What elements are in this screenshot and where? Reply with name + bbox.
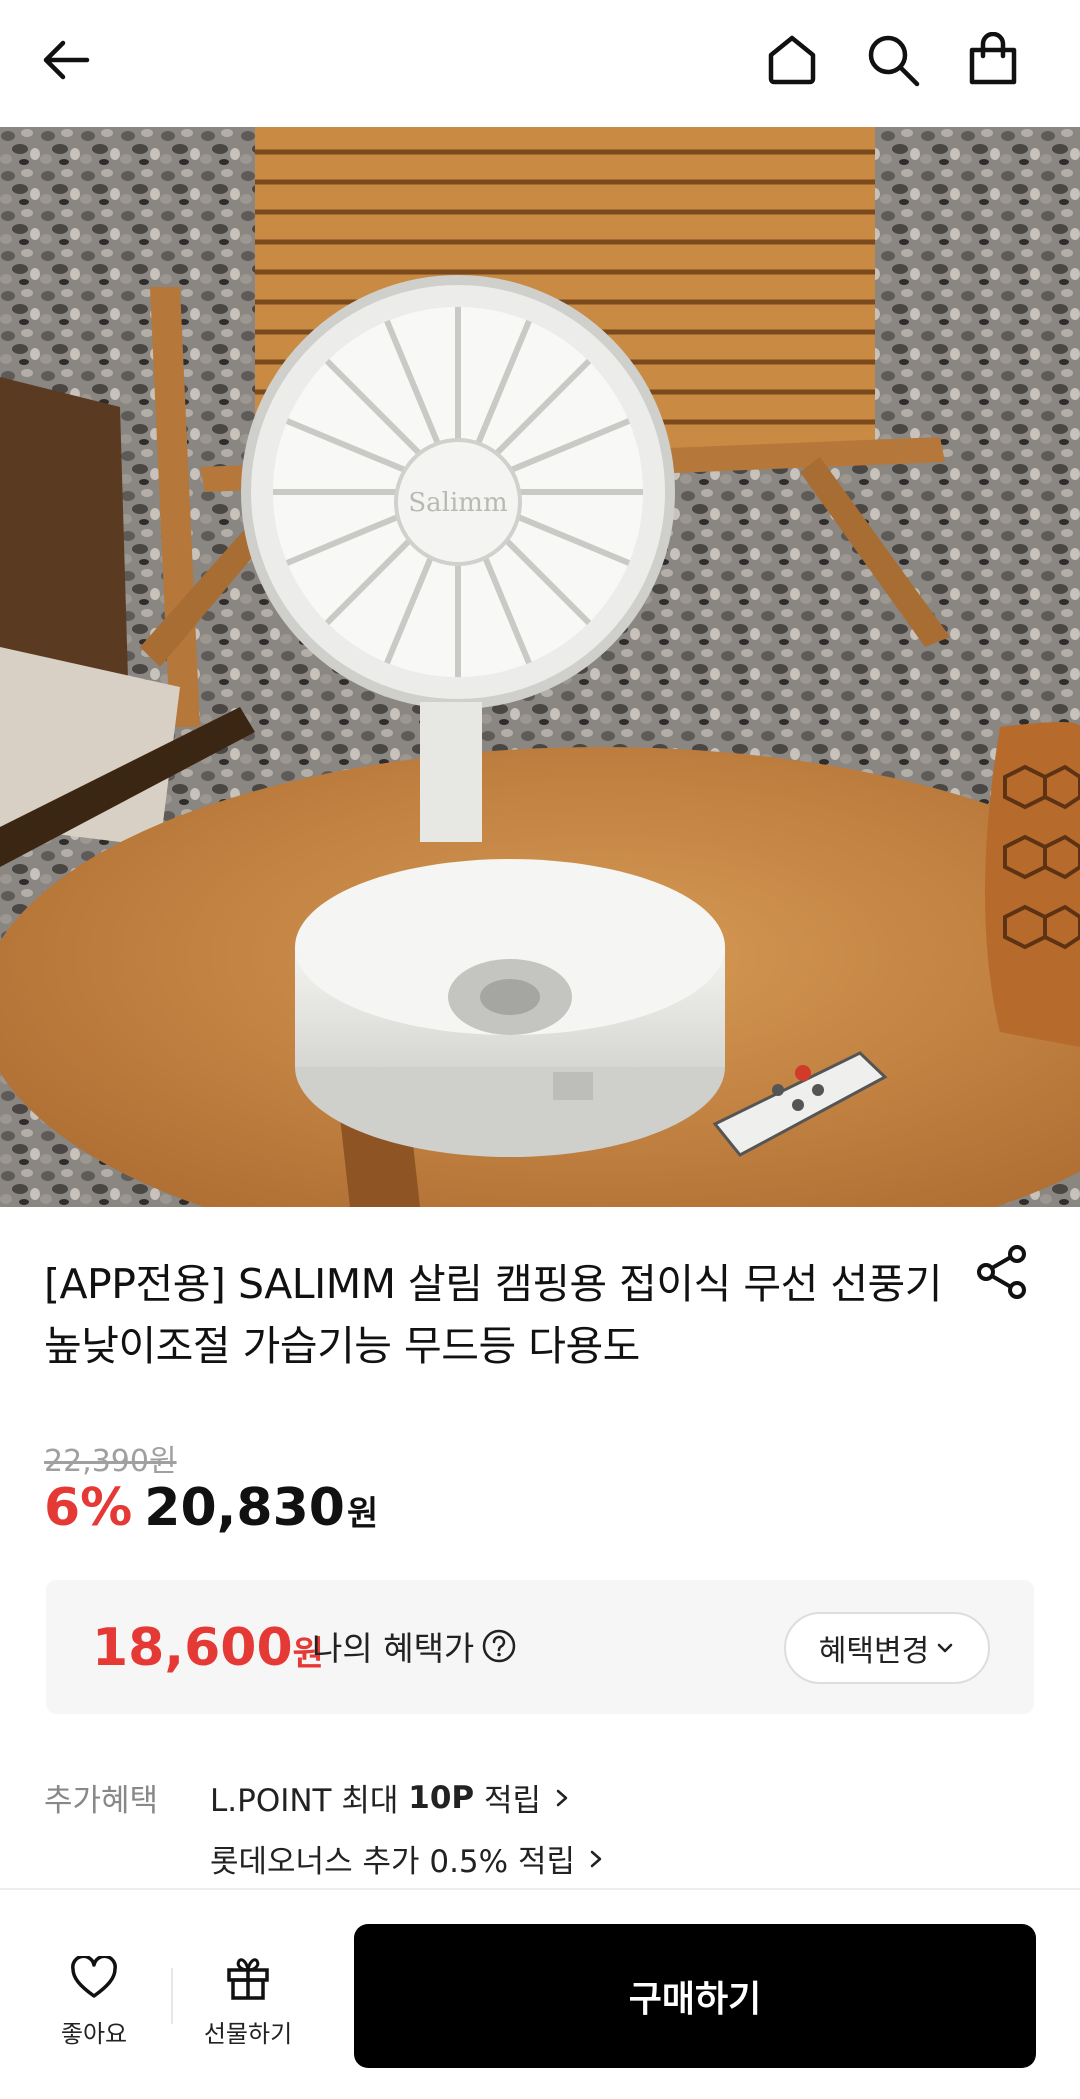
lpoint-amount: 10P	[408, 1779, 475, 1816]
chevron-down-icon	[937, 1643, 953, 1653]
chevron-right-icon	[556, 1789, 568, 1806]
lotte-owners-benefit-link[interactable]: 롯데오너스 추가 0.5% 적립	[210, 1836, 605, 1881]
help-icon[interactable]	[482, 1629, 516, 1663]
back-arrow-icon[interactable]	[34, 28, 98, 92]
price-unit: 원	[346, 1494, 379, 1534]
lpoint-suffix: 적립	[474, 1783, 542, 1819]
sale-price: 20,830	[144, 1478, 345, 1538]
lpoint-benefit-link[interactable]: L.POINT 최대 10P 적립	[210, 1775, 571, 1820]
shopping-bag-icon[interactable]	[961, 28, 1025, 92]
gift-icon	[188, 1950, 308, 2006]
search-icon[interactable]	[861, 28, 925, 92]
product-image[interactable]: Salimm	[0, 127, 1080, 1207]
buy-button[interactable]: 구매하기	[354, 1924, 1036, 2068]
change-benefit-label: 혜택변경	[818, 1634, 930, 1669]
original-price: 22,390원	[44, 1444, 177, 1479]
top-bar	[0, 0, 1080, 127]
benefit-price-box: 18,600원 나의 혜택가 혜택변경	[46, 1580, 1034, 1714]
benefit-label-text: 나의 혜택가	[312, 1629, 475, 1668]
benefit-label: 나의 혜택가	[312, 1622, 516, 1670]
lotte-owners-text: 롯데오너스 추가 0.5% 적립	[210, 1844, 575, 1880]
price-row: 6% 20,830 원	[44, 1478, 378, 1548]
product-title: [APP전용] SALIMM 살림 캠핑용 접이식 무선 선풍기 높낮이조절 가…	[44, 1260, 943, 1370]
gift-button[interactable]: 선물하기	[188, 1950, 308, 2049]
bottom-action-bar: 좋아요 선물하기 구매하기	[0, 1888, 1080, 2099]
bottom-divider	[171, 1968, 173, 2024]
benefit-price-value: 18,600	[92, 1618, 293, 1678]
share-icon[interactable]	[972, 1242, 1032, 1302]
home-icon[interactable]	[760, 28, 824, 92]
change-benefit-button[interactable]: 혜택변경	[784, 1612, 990, 1684]
fan-brand-logo: Salimm	[408, 488, 507, 518]
heart-icon	[34, 1950, 154, 2006]
like-button[interactable]: 좋아요	[34, 1950, 154, 2049]
discount-rate: 6%	[44, 1478, 133, 1538]
lpoint-prefix: L.POINT 최대	[210, 1783, 409, 1819]
like-label: 좋아요	[60, 2020, 128, 2048]
extra-benefit-label: 추가혜택	[44, 1783, 159, 1819]
benefit-price: 18,600원	[92, 1618, 324, 1678]
chevron-right-icon	[590, 1850, 602, 1867]
gift-label: 선물하기	[203, 2020, 293, 2048]
